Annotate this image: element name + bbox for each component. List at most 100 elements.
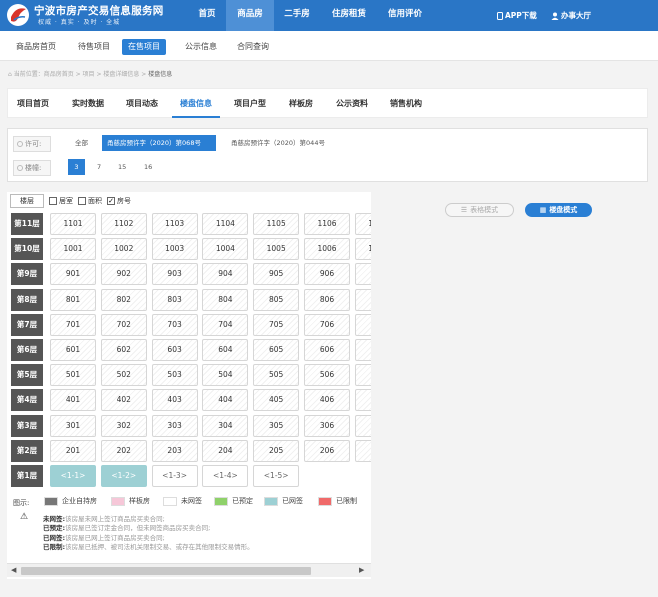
- nav-rental[interactable]: 住房租赁: [320, 0, 378, 31]
- unit-cell[interactable]: 302: [100, 414, 147, 437]
- unit-cell[interactable]: 1007: [354, 238, 371, 261]
- unit-cell[interactable]: 1003: [151, 238, 198, 261]
- checkbox-unit-no[interactable]: ✓: [107, 197, 115, 205]
- unit-cell[interactable]: 1004: [202, 238, 249, 261]
- unit-cell[interactable]: 505: [253, 364, 300, 387]
- unit-cell[interactable]: 1103: [151, 213, 198, 235]
- unit-cell[interactable]: 605: [253, 339, 300, 361]
- building-7[interactable]: 7: [92, 159, 106, 175]
- nav-home[interactable]: 首页: [188, 0, 226, 31]
- unit-cell[interactable]: <1-5>: [253, 465, 300, 487]
- unit-cell[interactable]: 507: [354, 364, 371, 387]
- subnav-new-homes-home[interactable]: 商品房首页: [10, 39, 62, 55]
- floor-mode-button[interactable]: ▦ 楼盘模式: [525, 203, 592, 217]
- unit-cell[interactable]: 303: [151, 414, 198, 437]
- unit-cell[interactable]: 907: [354, 263, 371, 286]
- unit-cell[interactable]: 407: [354, 389, 371, 412]
- unit-cell[interactable]: 804: [202, 288, 249, 311]
- unit-cell[interactable]: 504: [202, 364, 249, 387]
- unit-cell[interactable]: 801: [50, 288, 96, 311]
- unit-cell[interactable]: 902: [100, 263, 147, 286]
- unit-cell[interactable]: 901: [50, 263, 96, 286]
- unit-cell[interactable]: 803: [151, 288, 198, 311]
- nav-credit[interactable]: 信用评价: [378, 0, 432, 31]
- app-download-link[interactable]: APP下载: [497, 0, 537, 31]
- unit-cell[interactable]: 906: [304, 263, 350, 286]
- unit-cell[interactable]: 401: [50, 389, 96, 412]
- unit-cell[interactable]: 1005: [253, 238, 300, 261]
- tab-building-info[interactable]: 楼盘信息: [172, 89, 220, 118]
- building-16[interactable]: 16: [139, 159, 157, 175]
- unit-cell[interactable]: <1-3>: [151, 465, 198, 487]
- permit-068[interactable]: 甬慈房预许字（2020）第068号: [102, 135, 216, 151]
- unit-cell[interactable]: 1107: [354, 213, 371, 235]
- unit-cell[interactable]: 306: [304, 414, 350, 437]
- unit-cell[interactable]: 802: [100, 288, 147, 311]
- unit-cell[interactable]: 205: [253, 439, 300, 462]
- unit-cell[interactable]: 602: [100, 339, 147, 361]
- unit-cell[interactable]: 204: [202, 439, 249, 462]
- breadcrumb-path[interactable]: 当前位置：商品房首页 > 项目 > 楼盘详细信息 >: [14, 71, 149, 78]
- unit-cell[interactable]: 806: [304, 288, 350, 311]
- unit-cell[interactable]: 1006: [304, 238, 350, 261]
- unit-cell[interactable]: 301: [50, 414, 96, 437]
- unit-cell[interactable]: 304: [202, 414, 249, 437]
- scroll-right-icon[interactable]: ▶: [359, 566, 364, 574]
- unit-cell[interactable]: 402: [100, 389, 147, 412]
- tab-show-flat[interactable]: 样板房: [280, 89, 322, 118]
- unit-cell[interactable]: 1101: [50, 213, 96, 235]
- unit-cell[interactable]: 805: [253, 288, 300, 311]
- checkbox-rooms[interactable]: [49, 197, 57, 205]
- unit-cell[interactable]: 1001: [50, 238, 96, 261]
- unit-cell[interactable]: 207: [354, 439, 371, 462]
- option-unit-no[interactable]: ✓ 房号: [107, 196, 131, 206]
- table-mode-button[interactable]: ☰ 表格模式: [445, 203, 514, 217]
- unit-cell[interactable]: 206: [304, 439, 350, 462]
- tab-sales-agency[interactable]: 销售机构: [382, 89, 430, 118]
- unit-cell[interactable]: <1-4>: [202, 465, 249, 487]
- site-title[interactable]: 宁波市房产交易信息服务网: [34, 3, 164, 18]
- subnav-contract-query[interactable]: 合同查询: [231, 39, 275, 55]
- unit-cell[interactable]: 201: [50, 439, 96, 462]
- unit-cell[interactable]: <1-2>: [100, 465, 147, 487]
- subnav-selling-projects[interactable]: 在售项目: [122, 39, 166, 55]
- horizontal-scrollbar[interactable]: ◀ ▶: [7, 563, 371, 577]
- unit-cell[interactable]: 403: [151, 389, 198, 412]
- nav-second-hand[interactable]: 二手房: [274, 0, 320, 31]
- unit-cell[interactable]: 702: [100, 313, 147, 336]
- unit-cell[interactable]: 601: [50, 339, 96, 361]
- unit-cell[interactable]: 501: [50, 364, 96, 387]
- tab-project-news[interactable]: 项目动态: [118, 89, 166, 118]
- site-logo[interactable]: [6, 3, 32, 27]
- unit-cell[interactable]: 703: [151, 313, 198, 336]
- unit-cell[interactable]: 903: [151, 263, 198, 286]
- tab-floor-plans[interactable]: 项目户型: [226, 89, 274, 118]
- building-3[interactable]: 3: [68, 159, 85, 175]
- scrollbar-thumb[interactable]: [21, 567, 311, 575]
- unit-cell[interactable]: 203: [151, 439, 198, 462]
- unit-cell[interactable]: 503: [151, 364, 198, 387]
- subnav-public-info[interactable]: 公示信息: [179, 39, 223, 55]
- unit-cell[interactable]: 905: [253, 263, 300, 286]
- unit-cell[interactable]: 1105: [253, 213, 300, 235]
- permit-all[interactable]: 全部: [70, 135, 93, 151]
- unit-cell[interactable]: 1106: [304, 213, 350, 235]
- unit-cell[interactable]: 706: [304, 313, 350, 336]
- building-15[interactable]: 15: [113, 159, 131, 175]
- unit-cell[interactable]: 603: [151, 339, 198, 361]
- service-hall-link[interactable]: 办事大厅: [551, 0, 591, 31]
- permit-044[interactable]: 甬慈房预许字（2020）第044号: [226, 135, 330, 151]
- unit-cell[interactable]: 705: [253, 313, 300, 336]
- unit-cell[interactable]: 202: [100, 439, 147, 462]
- option-area[interactable]: 面积: [78, 196, 102, 206]
- unit-cell[interactable]: 404: [202, 389, 249, 412]
- unit-cell[interactable]: <1-1>: [50, 465, 96, 487]
- scroll-left-icon[interactable]: ◀: [11, 566, 16, 574]
- tab-public-docs[interactable]: 公示资料: [328, 89, 376, 118]
- unit-cell[interactable]: 604: [202, 339, 249, 361]
- unit-cell[interactable]: 1002: [100, 238, 147, 261]
- unit-cell[interactable]: 1104: [202, 213, 249, 235]
- nav-new-homes[interactable]: 商品房: [226, 0, 274, 31]
- tab-realtime-data[interactable]: 实时数据: [64, 89, 112, 118]
- unit-cell[interactable]: 607: [354, 339, 371, 361]
